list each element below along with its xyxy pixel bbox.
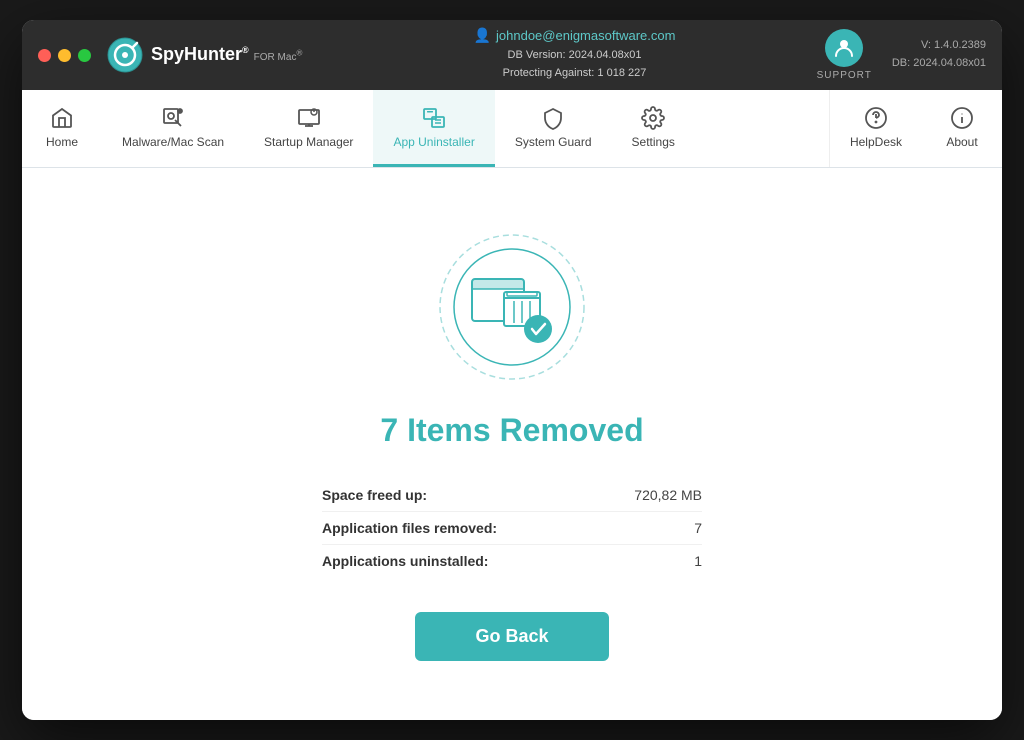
helpdesk-icon xyxy=(864,106,888,130)
uninstall-result-icon xyxy=(432,227,592,387)
nav-app-uninstaller[interactable]: App Uninstaller xyxy=(373,90,494,167)
go-back-button[interactable]: Go Back xyxy=(415,612,608,661)
result-title: 7 Items Removed xyxy=(380,412,643,449)
logo-area: SpyHunter® FOR Mac® xyxy=(107,37,302,73)
maximize-button[interactable] xyxy=(78,49,91,62)
startup-manager-icon xyxy=(297,106,321,130)
stat-value-files: 7 xyxy=(694,520,702,536)
stat-label-space: Space freed up: xyxy=(322,487,427,503)
nav-settings[interactable]: Settings xyxy=(612,90,695,167)
stats-table: Space freed up: 720,82 MB Application fi… xyxy=(322,479,702,577)
nav-right: HelpDesk About xyxy=(829,90,1002,167)
minimize-button[interactable] xyxy=(58,49,71,62)
person-icon: 👤 xyxy=(474,27,491,44)
malware-scan-icon xyxy=(161,106,185,130)
stat-value-space: 720,82 MB xyxy=(634,487,702,503)
db-info: DB Version: 2024.04.08x01 Protecting Aga… xyxy=(503,47,647,82)
stat-row-space: Space freed up: 720,82 MB xyxy=(322,479,702,512)
app-uninstaller-icon xyxy=(422,106,446,130)
nav-helpdesk[interactable]: HelpDesk xyxy=(830,90,922,167)
about-icon xyxy=(950,106,974,130)
window-controls xyxy=(38,49,91,62)
header-right: SUPPORT V: 1.4.0.2389 DB: 2024.04.08x01 xyxy=(817,29,986,81)
stat-row-apps: Applications uninstalled: 1 xyxy=(322,545,702,577)
nav-system-guard[interactable]: System Guard xyxy=(495,90,612,167)
main-content: 7 Items Removed Space freed up: 720,82 M… xyxy=(22,168,1002,720)
nav-malware-scan[interactable]: Malware/Mac Scan xyxy=(102,90,244,167)
support-icon xyxy=(825,29,863,67)
navbar: Home Malware/Mac Scan Startup Manager xyxy=(22,90,1002,168)
support-label: SUPPORT xyxy=(817,70,872,81)
close-button[interactable] xyxy=(38,49,51,62)
stat-row-files: Application files removed: 7 xyxy=(322,512,702,545)
stat-label-files: Application files removed: xyxy=(322,520,497,536)
nav-spacer xyxy=(695,90,829,167)
stat-label-apps: Applications uninstalled: xyxy=(322,553,488,569)
settings-icon xyxy=(641,106,665,130)
titlebar: SpyHunter® FOR Mac® 👤 johndoe@enigmasoft… xyxy=(22,20,1002,90)
nav-about[interactable]: About xyxy=(922,90,1002,167)
logo-text: SpyHunter® FOR Mac® xyxy=(151,45,302,65)
system-guard-icon xyxy=(541,106,565,130)
nav-home[interactable]: Home xyxy=(22,90,102,167)
spyhunter-logo-icon xyxy=(107,37,143,73)
nav-startup-manager[interactable]: Startup Manager xyxy=(244,90,373,167)
app-window: SpyHunter® FOR Mac® 👤 johndoe@enigmasoft… xyxy=(22,20,1002,720)
logo-name: SpyHunter® FOR Mac® xyxy=(151,45,302,65)
user-email: johndoe@enigmasoftware.com xyxy=(496,28,675,43)
home-icon xyxy=(50,106,74,130)
result-icon-area xyxy=(432,227,592,392)
support-button[interactable]: SUPPORT xyxy=(817,29,872,81)
stat-value-apps: 1 xyxy=(694,553,702,569)
version-info: V: 1.4.0.2389 DB: 2024.04.08x01 xyxy=(892,37,986,72)
